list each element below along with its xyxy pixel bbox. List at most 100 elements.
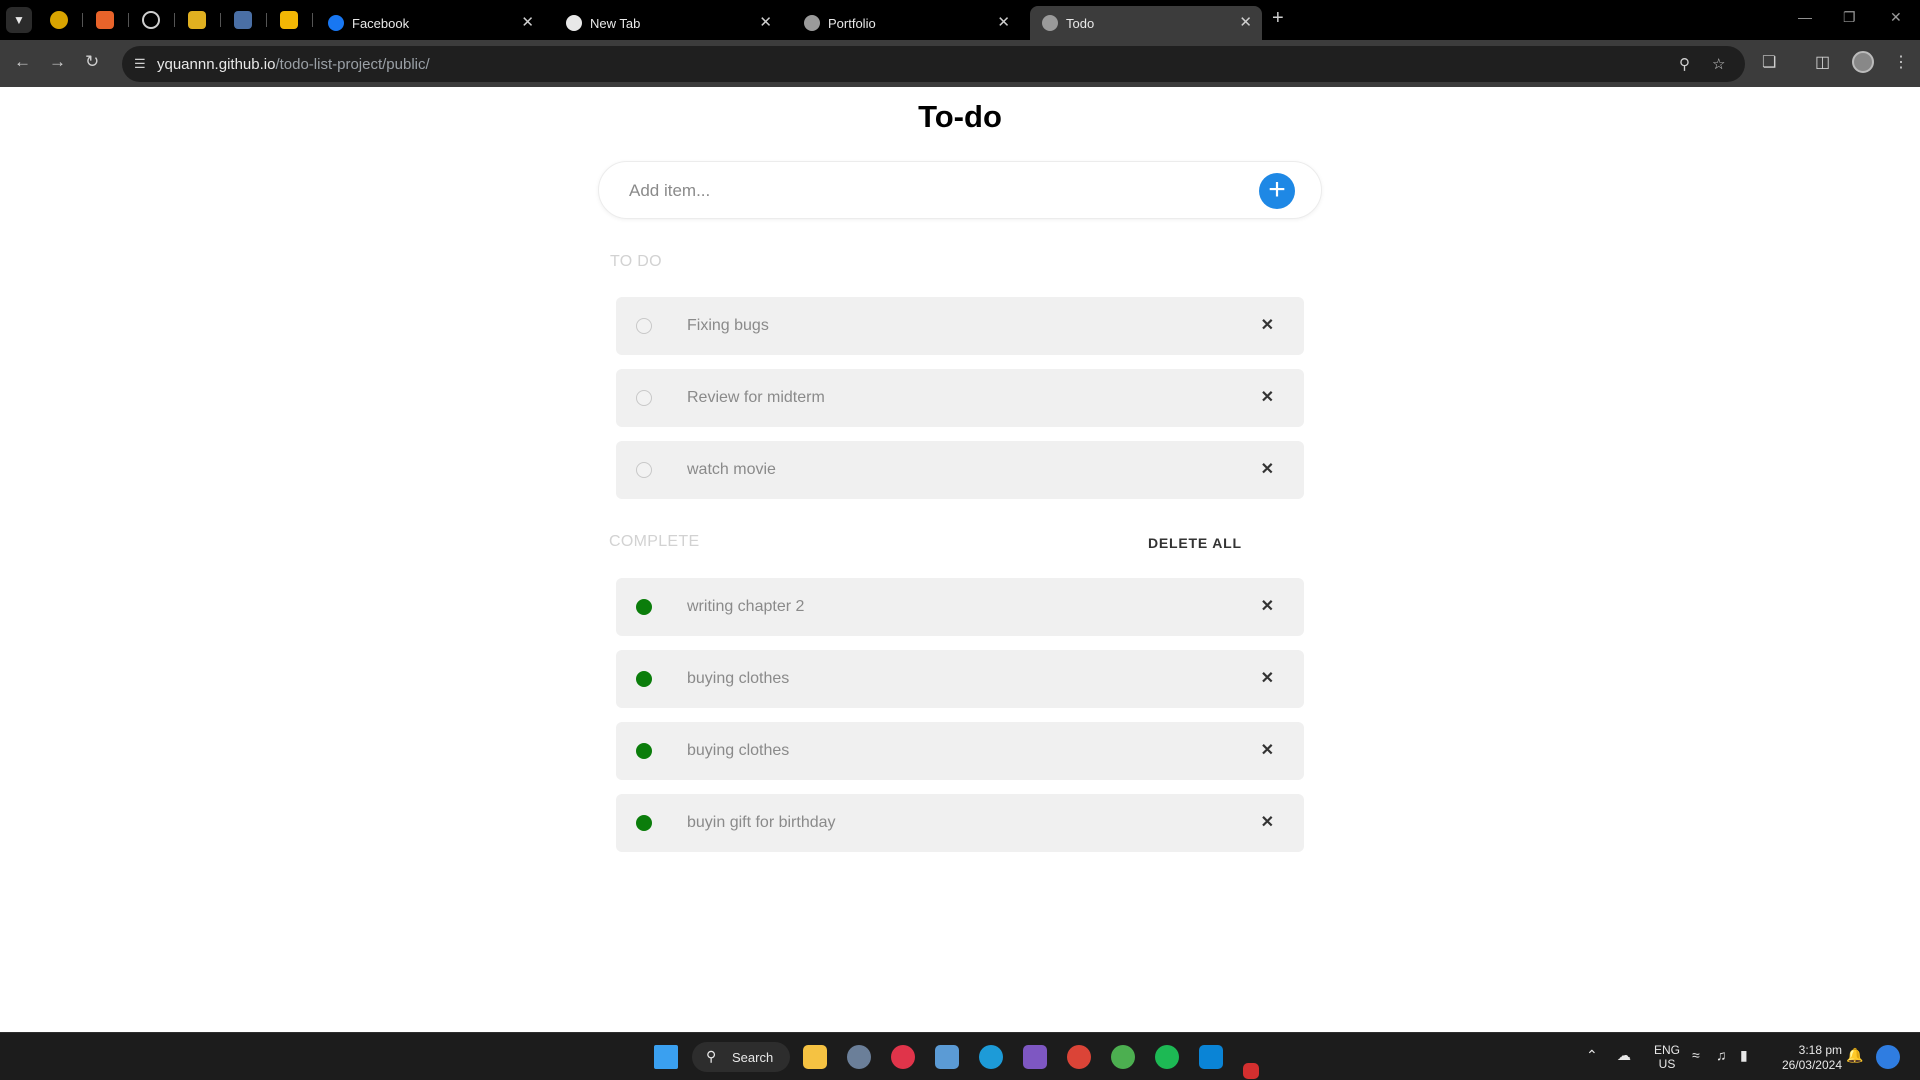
complete-checkbox[interactable]	[636, 743, 652, 759]
notification-bell-icon[interactable]: 🔔	[1846, 1047, 1863, 1064]
edge-icon[interactable]	[979, 1045, 1003, 1069]
more-menu-icon[interactable]: ⋮	[1893, 52, 1909, 72]
incomplete-checkbox[interactable]	[636, 390, 652, 406]
tab-new-tab[interactable]: New Tab ✕	[554, 6, 782, 40]
close-icon[interactable]: ✕	[759, 13, 772, 31]
tab-search-button[interactable]: ▼	[6, 7, 32, 33]
restore-icon[interactable]: ❐	[1843, 9, 1856, 26]
complete-item: buyin gift for birthday ✕	[616, 794, 1304, 852]
remove-icon[interactable]: ✕	[1261, 668, 1274, 688]
tab-separator	[312, 13, 313, 27]
tab-todo[interactable]: Todo ✕	[1030, 6, 1262, 40]
close-icon[interactable]: ✕	[997, 13, 1010, 31]
complete-item: buying clothes ✕	[616, 722, 1304, 780]
spotify-icon[interactable]	[1155, 1045, 1179, 1069]
red-app-icon[interactable]	[891, 1045, 915, 1069]
language-code: ENG	[1653, 1043, 1680, 1057]
incomplete-checkbox[interactable]	[636, 318, 652, 334]
window-close-icon[interactable]: ✕	[1890, 9, 1902, 26]
close-icon[interactable]: ✕	[1239, 13, 1252, 31]
copilot-icon[interactable]	[1876, 1045, 1900, 1069]
chrome-icon	[566, 15, 582, 31]
tab-separator	[174, 13, 175, 27]
pinned-tab-1-icon[interactable]	[50, 11, 68, 29]
browser-toolbar: ← → ↻ ☰ yquannn.github.io/todo-list-proj…	[0, 40, 1920, 87]
address-bar[interactable]: ☰ yquannn.github.io/todo-list-project/pu…	[122, 46, 1745, 82]
pinned-tab-3-icon[interactable]	[142, 11, 160, 29]
profile-avatar[interactable]	[1852, 51, 1874, 73]
incomplete-checkbox[interactable]	[636, 462, 652, 478]
complete-item: writing chapter 2 ✕	[616, 578, 1304, 636]
notepad-icon[interactable]	[935, 1045, 959, 1069]
chrome-icon[interactable]	[1067, 1045, 1091, 1069]
tab-separator	[220, 13, 221, 27]
complete-section-label: COMPLETE	[609, 533, 700, 550]
todo-item: Review for midterm ✕	[616, 369, 1304, 427]
remove-icon[interactable]: ✕	[1261, 315, 1274, 335]
remove-icon[interactable]: ✕	[1261, 387, 1274, 407]
complete-checkbox[interactable]	[636, 815, 652, 831]
close-icon[interactable]: ✕	[521, 13, 534, 31]
complete-item-text: buyin gift for birthday	[687, 814, 836, 831]
tab-title: New Tab	[590, 16, 641, 31]
extensions-icon[interactable]: ❏	[1762, 52, 1776, 72]
add-item-form: +	[598, 161, 1322, 219]
complete-item-text: writing chapter 2	[687, 598, 805, 615]
todo-item: watch movie ✕	[616, 441, 1304, 499]
remove-icon[interactable]: ✕	[1261, 740, 1274, 760]
region-code: US	[1658, 1057, 1676, 1071]
visual-studio-icon[interactable]	[1023, 1045, 1047, 1069]
todo-item-text: watch movie	[687, 461, 776, 478]
todo-page: To-do + TO DO Fixing bugs ✕ Review for m…	[0, 87, 1920, 1032]
facebook-icon	[328, 15, 344, 31]
bookmark-star-icon[interactable]: ☆	[1712, 55, 1725, 73]
vscode-icon[interactable]	[1199, 1045, 1223, 1069]
site-info-icon[interactable]: ☰	[134, 56, 146, 72]
add-item-input[interactable]	[629, 181, 1229, 201]
back-arrow-icon[interactable]: ←	[14, 52, 31, 72]
pinned-tab-4-icon[interactable]	[188, 11, 206, 29]
add-plus-icon[interactable]: +	[1259, 173, 1295, 209]
tab-portfolio[interactable]: Portfolio ✕	[792, 6, 1020, 40]
side-panel-icon[interactable]: ◫	[1815, 52, 1830, 72]
tab-title: Facebook	[352, 16, 410, 31]
taskbar-search-button[interactable]: ⚲ Search	[692, 1042, 790, 1072]
chrome-profile-icon[interactable]	[1111, 1045, 1135, 1069]
remove-icon[interactable]: ✕	[1261, 596, 1274, 616]
wifi-icon[interactable]: ≈	[1692, 1047, 1700, 1063]
delete-all-button[interactable]: DELETE ALL	[1148, 535, 1242, 551]
volume-icon[interactable]: ♫	[1716, 1047, 1727, 1063]
windows-start-icon[interactable]	[654, 1045, 678, 1069]
file-explorer-icon[interactable]	[803, 1045, 827, 1069]
clock[interactable]: 3:18 pm 26/03/2024	[1772, 1043, 1842, 1073]
clock-time: 3:18 pm	[1798, 1043, 1842, 1057]
complete-item: buying clothes ✕	[616, 650, 1304, 708]
tab-separator	[82, 13, 83, 27]
remove-icon[interactable]: ✕	[1261, 459, 1274, 479]
pinned-tab-2-icon[interactable]	[96, 11, 114, 29]
onedrive-icon[interactable]: ☁	[1617, 1047, 1631, 1064]
new-tab-plus-icon[interactable]: +	[1272, 7, 1284, 30]
minimize-icon[interactable]: —	[1798, 9, 1812, 25]
page-title: To-do	[918, 99, 1002, 134]
complete-item-text: buying clothes	[687, 742, 790, 759]
search-icon: ⚲	[706, 1048, 717, 1064]
pinned-tab-6-icon[interactable]	[280, 11, 298, 29]
remove-icon[interactable]: ✕	[1261, 812, 1274, 832]
zoom-icon[interactable]: ⚲	[1679, 55, 1690, 73]
battery-icon[interactable]: ▮	[1740, 1047, 1748, 1064]
todo-item-text: Fixing bugs	[687, 317, 769, 334]
reload-icon[interactable]: ↻	[85, 52, 99, 72]
calendar-app-icon[interactable]	[1243, 1063, 1259, 1079]
pinned-tab-5-icon[interactable]	[234, 11, 252, 29]
language-indicator[interactable]: ENG US	[1652, 1043, 1682, 1071]
complete-checkbox[interactable]	[636, 671, 652, 687]
settings-gear-icon[interactable]	[847, 1045, 871, 1069]
url-text[interactable]: yquannn.github.io/todo-list-project/publ…	[157, 56, 430, 73]
taskbar: ⚲ Search ⌃ ☁ ENG US ≈ ♫ ▮ 3:18 pm 26/03/…	[0, 1032, 1920, 1080]
chevron-up-icon[interactable]: ⌃	[1586, 1047, 1598, 1064]
complete-checkbox[interactable]	[636, 599, 652, 615]
todo-item: Fixing bugs ✕	[616, 297, 1304, 355]
tab-facebook[interactable]: Facebook ✕	[316, 6, 544, 40]
forward-arrow-icon[interactable]: →	[49, 52, 66, 72]
